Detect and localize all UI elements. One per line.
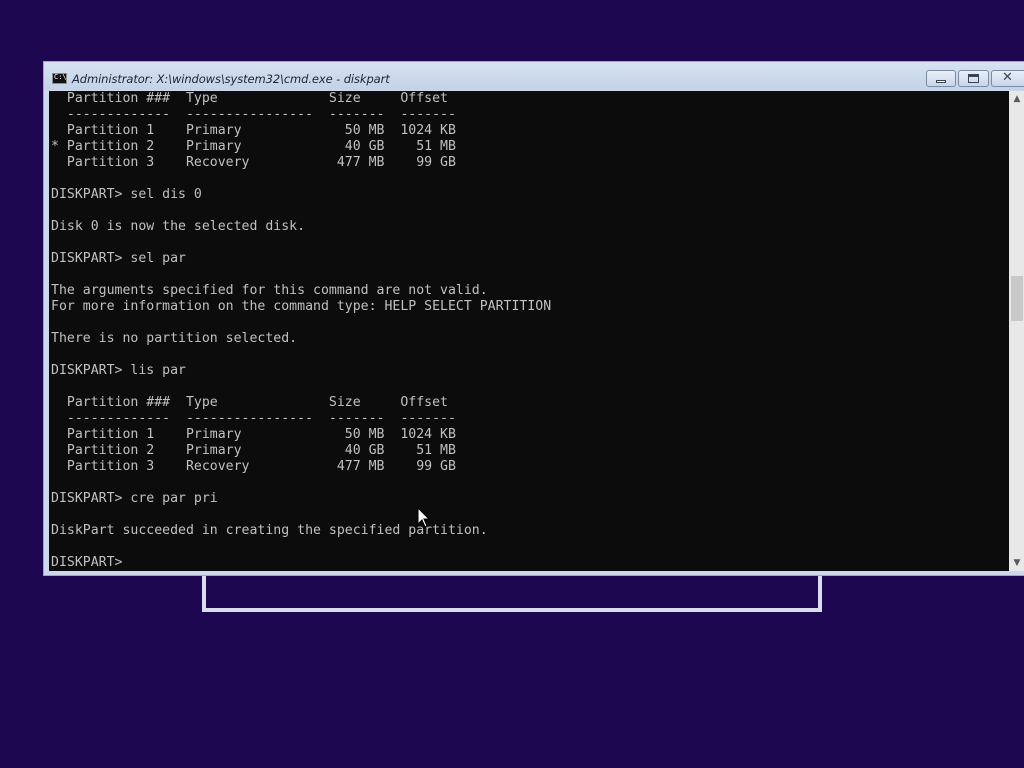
console-line: Disk 0 is now the selected disk. [51,219,306,234]
close-button[interactable]: ✕ [991,70,1024,87]
console-line: For more information on the command type… [51,299,552,314]
console-line: Partition 1 Primary 50 MB 1024 KB [51,123,456,138]
scroll-thumb[interactable] [1011,276,1023,321]
console-line: DISKPART> cre par pri [51,491,218,506]
console-line: DISKPART> lis par [51,363,186,378]
maximize-icon [968,74,979,83]
console-line: Partition 2 Primary 40 GB 51 MB [51,443,456,458]
console-line: There is no partition selected. [51,331,298,346]
console-line: * Partition 2 Primary 40 GB 51 MB [51,139,456,154]
console-text: Partition ### Type Size Offset ---------… [50,91,551,571]
cmd-window[interactable]: C:\ Administrator: X:\windows\system32\c… [43,61,1024,576]
close-icon: ✕ [1002,70,1013,85]
console-line: Partition 3 Recovery 477 MB 99 GB [51,155,456,170]
scroll-down-icon[interactable]: ▼ [1009,555,1024,571]
cmd-icon[interactable]: C:\ [52,73,67,84]
console-line: DISKPART> sel dis 0 [51,187,202,202]
window-title: Administrator: X:\windows\system32\cmd.e… [72,72,390,86]
minimize-button[interactable] [926,70,956,87]
scroll-up-icon[interactable]: ▲ [1009,91,1024,107]
console-line: Partition ### Type Size Offset [51,395,448,410]
minimize-icon [936,80,946,83]
console-output[interactable]: Partition ### Type Size Offset ---------… [49,91,1009,571]
console-line: The arguments specified for this command… [51,283,488,298]
console-line: Partition ### Type Size Offset [51,91,448,106]
mouse-pointer-icon [417,506,431,533]
console-line: ------------- ---------------- ------- -… [51,107,456,122]
maximize-button[interactable] [958,70,989,87]
console-line: Partition 1 Primary 50 MB 1024 KB [51,427,456,442]
console-line: Partition 3 Recovery 477 MB 99 GB [51,459,456,474]
console-line: DISKPART> sel par [51,251,186,266]
cmd-icon-label: C:\ [54,73,67,81]
console-line: DISKPART> [51,555,131,570]
console-line: DiskPart succeeded in creating the speci… [51,523,488,538]
console-line: ------------- ---------------- ------- -… [51,411,456,426]
title-bar[interactable]: C:\ Administrator: X:\windows\system32\c… [44,62,1024,90]
vertical-scrollbar[interactable]: ▲ ▼ [1009,91,1024,571]
